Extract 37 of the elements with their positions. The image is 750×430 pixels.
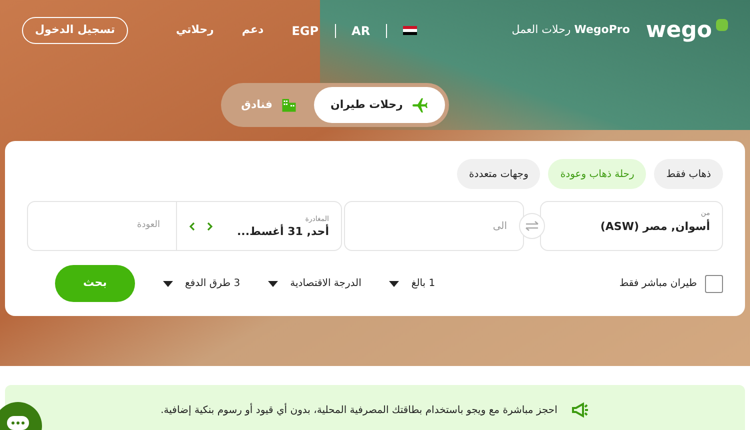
origin-value: أسوان, مصر (ASW) bbox=[599, 218, 710, 235]
next-chevron-icon[interactable] bbox=[207, 222, 213, 230]
previous-chevron-icon[interactable] bbox=[189, 222, 195, 230]
options-dropdown[interactable]: 3 طرق الدفع bbox=[163, 276, 240, 291]
direct-only-checkbox[interactable] bbox=[705, 274, 723, 292]
options-dropdown[interactable]: الدرجة الاقتصادية bbox=[268, 276, 362, 291]
buildings-icon bbox=[280, 96, 298, 114]
swap-arrows-icon bbox=[525, 221, 539, 231]
trip-type-tab[interactable]: وجهات متعددة bbox=[457, 159, 540, 189]
swap-button[interactable] bbox=[519, 213, 545, 239]
megaphone-icon bbox=[569, 401, 590, 419]
caret-icon bbox=[268, 280, 278, 286]
wego-logo[interactable]: wego bbox=[646, 14, 712, 47]
search-button[interactable]: بحث bbox=[55, 265, 135, 302]
departure-value: أحد, 31 أغسط... bbox=[237, 224, 329, 240]
destination-field[interactable]: الى bbox=[344, 201, 524, 251]
direct-only-label: طيران مباشر فقط bbox=[619, 277, 697, 291]
caret-icon bbox=[389, 280, 400, 286]
support-link[interactable]: دعم bbox=[242, 22, 264, 39]
chat-bubble-icon bbox=[7, 416, 29, 430]
my-trips-link[interactable]: رحلاتي bbox=[176, 22, 214, 39]
egypt-flag-icon[interactable] bbox=[403, 26, 418, 36]
logo-icon bbox=[716, 18, 728, 30]
currency-link[interactable]: EGP bbox=[292, 22, 319, 40]
destination-placeholder: الى bbox=[492, 220, 507, 234]
return-field[interactable]: العودة bbox=[28, 202, 176, 250]
trip-type-tab[interactable]: رحلة ذهاب وعودة bbox=[548, 159, 646, 189]
language-link[interactable]: AR bbox=[352, 22, 370, 40]
trip-type-tab[interactable]: ذهاب فقط bbox=[654, 159, 723, 189]
return-placeholder: العودة bbox=[137, 219, 160, 232]
airplane-icon bbox=[410, 96, 429, 114]
promo-text: احجز مباشرة مع ويجو باستخدام بطاقتك المصرفية المحلية، بدون أي قيود أو رسوم بنكية إضافية. bbox=[160, 402, 558, 418]
product-tab[interactable]: رحلات طيران bbox=[314, 87, 445, 123]
caret-icon bbox=[163, 280, 173, 286]
login-button[interactable]: تسجيل الدخول bbox=[22, 17, 128, 44]
options-dropdown[interactable]: 1 بالغ bbox=[389, 276, 436, 291]
product-tab[interactable]: فنادق bbox=[225, 87, 314, 123]
